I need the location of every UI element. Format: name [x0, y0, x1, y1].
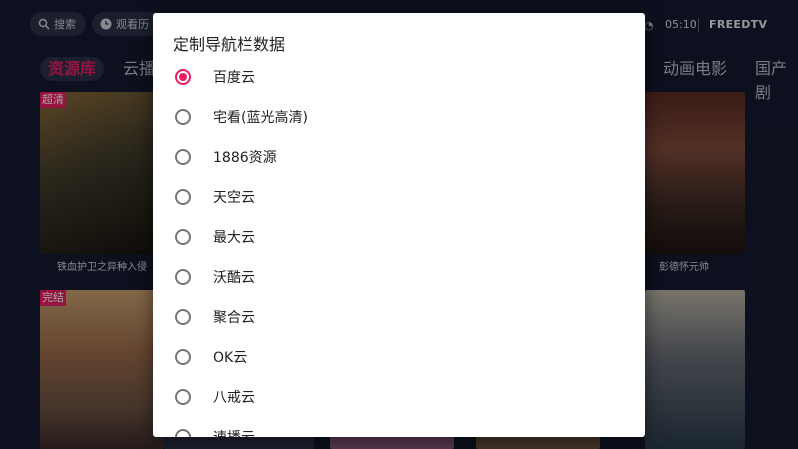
radio-icon[interactable] — [175, 149, 191, 165]
radio-icon[interactable] — [175, 189, 191, 205]
radio-icon[interactable] — [175, 229, 191, 245]
option-label: 最大云 — [213, 230, 255, 246]
radio-icon[interactable] — [175, 269, 191, 285]
customize-nav-dialog: 定制导航栏数据 百度云 宅看(蓝光高清) 1886资源 天空云 最大云 沃酷云 … — [153, 13, 645, 437]
option-label: 沃酷云 — [213, 270, 255, 286]
radio-selected-icon[interactable] — [175, 69, 191, 85]
radio-icon[interactable] — [175, 389, 191, 405]
option-label: 宅看(蓝光高清) — [213, 110, 308, 126]
radio-icon[interactable] — [175, 309, 191, 325]
option-subo[interactable]: 速播云 — [153, 417, 645, 437]
option-baidu-cloud[interactable]: 百度云 — [153, 57, 645, 97]
option-ok[interactable]: OK云 — [153, 337, 645, 377]
option-list: 百度云 宅看(蓝光高清) 1886资源 天空云 最大云 沃酷云 聚合云 OK云 … — [153, 57, 645, 437]
option-tiankong[interactable]: 天空云 — [153, 177, 645, 217]
option-label: OK云 — [213, 350, 248, 366]
option-bajie[interactable]: 八戒云 — [153, 377, 645, 417]
radio-icon[interactable] — [175, 109, 191, 125]
option-zhaikan[interactable]: 宅看(蓝光高清) — [153, 97, 645, 137]
option-zuida[interactable]: 最大云 — [153, 217, 645, 257]
option-label: 天空云 — [213, 190, 255, 206]
option-woku[interactable]: 沃酷云 — [153, 257, 645, 297]
radio-icon[interactable] — [175, 429, 191, 437]
option-label: 速播云 — [213, 427, 255, 437]
dialog-title: 定制导航栏数据 — [173, 35, 286, 54]
option-juhe[interactable]: 聚合云 — [153, 297, 645, 337]
option-label: 聚合云 — [213, 310, 255, 326]
option-1886[interactable]: 1886资源 — [153, 137, 645, 177]
option-label: 八戒云 — [213, 390, 255, 406]
option-label: 百度云 — [213, 70, 255, 86]
option-label: 1886资源 — [213, 150, 277, 166]
radio-icon[interactable] — [175, 349, 191, 365]
